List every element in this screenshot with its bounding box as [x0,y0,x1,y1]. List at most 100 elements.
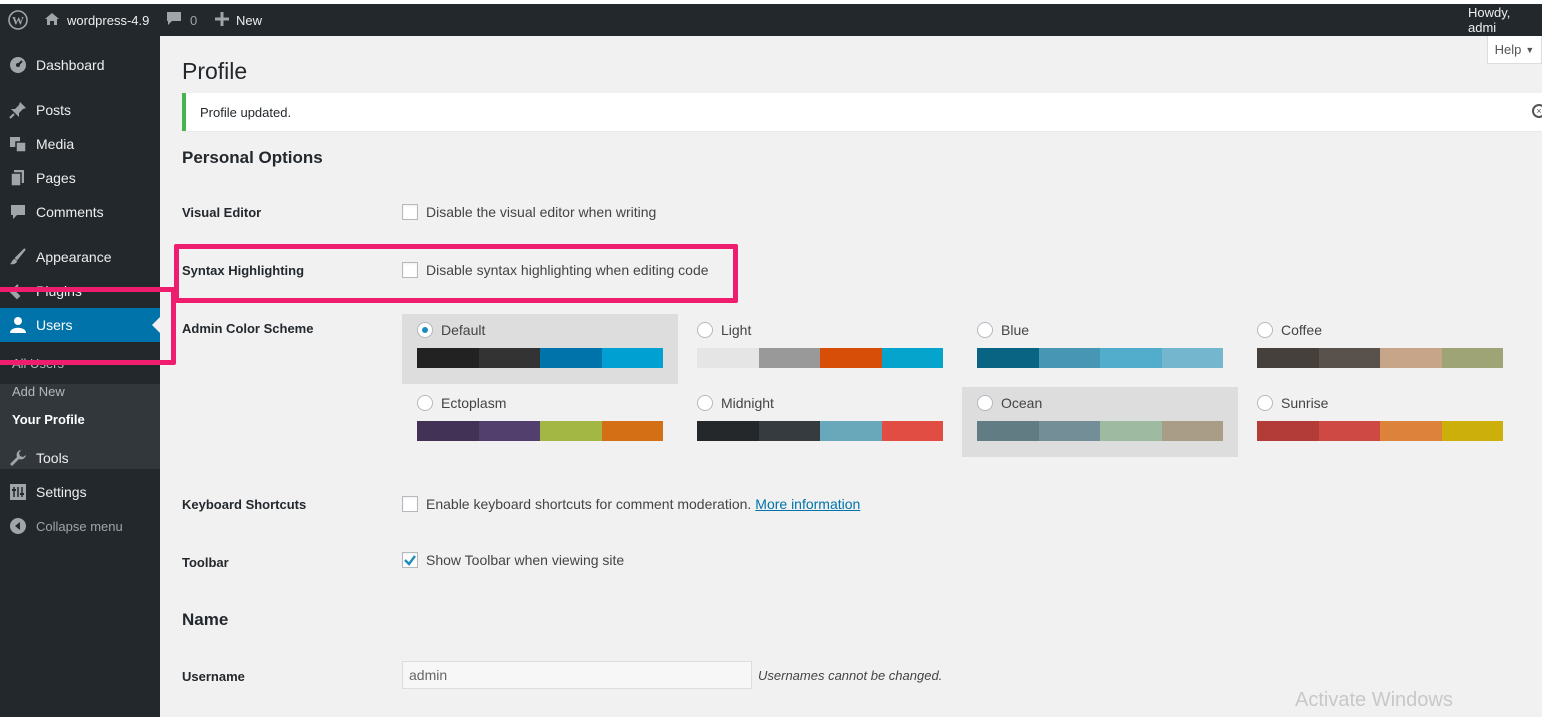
color-swatches [417,348,663,368]
color-swatch [881,421,943,441]
color-scheme-midnight[interactable]: Midnight [682,387,958,457]
radio-selected-dot [422,327,428,333]
color-swatch [601,421,663,441]
sidebar-item-media[interactable]: Media [0,127,160,161]
chevron-down-icon: ▼ [1525,44,1535,55]
new-content-link[interactable]: New [215,4,262,36]
color-swatch [1100,348,1162,368]
sidebar-item-pages[interactable]: Pages [0,161,160,195]
color-scheme-radio[interactable] [697,395,713,411]
keyboard-shortcuts-option[interactable]: Enable keyboard shortcuts for comment mo… [402,496,860,512]
sidebar-item-posts[interactable]: Posts [0,93,160,127]
sidebar-item-label: Settings [36,484,87,500]
color-swatch [540,421,602,441]
color-scheme-name: Ocean [1001,395,1043,411]
color-scheme-name: Ectoplasm [441,395,507,411]
color-scheme-name: Sunrise [1281,395,1329,411]
site-name-link[interactable]: wordpress-4.9 [44,4,149,36]
color-swatch [1161,348,1223,368]
color-swatch [820,421,882,441]
color-scheme-radio[interactable] [697,322,713,338]
color-scheme-radio[interactable] [977,395,993,411]
color-scheme-name: Default [441,322,486,338]
color-swatch [697,348,759,368]
color-scheme-light[interactable]: Light [682,314,958,384]
sidebar-item-appearance[interactable]: Appearance [0,240,160,274]
color-scheme-radio[interactable] [417,322,433,338]
admin-sidebar: Dashboard Posts Media Pages Comments App… [0,36,160,717]
color-swatch [478,348,540,368]
submenu-your-profile[interactable]: Your Profile [12,412,85,427]
comments-link[interactable]: 0 [166,4,197,36]
color-scheme-name: Blue [1001,322,1030,338]
toolbar-option[interactable]: Show Toolbar when viewing site [402,552,624,568]
color-swatch [977,421,1039,441]
color-swatches [697,348,943,368]
visual-editor-option[interactable]: Disable the visual editor when writing [402,204,656,220]
color-scheme-blue[interactable]: Blue [962,314,1238,384]
visual-editor-checkbox[interactable] [402,204,418,220]
sidebar-item-tools[interactable]: Tools [0,441,160,475]
syntax-highlighting-highlight-box [174,244,738,303]
checkmark-icon [404,555,416,566]
help-tab-button[interactable]: Help ▼ [1487,36,1542,64]
color-scheme-radio[interactable] [1257,395,1273,411]
new-label: New [236,12,263,28]
color-scheme-coffee[interactable]: Coffee [1242,314,1518,384]
plus-icon [215,11,229,29]
dismiss-icon[interactable]: × [1532,104,1542,118]
notice-text: Profile updated. [200,104,292,120]
sidebar-item-label: Pages [36,170,76,186]
sidebar-item-label: Tools [36,450,69,466]
color-swatch [417,348,479,368]
howdy-account-link[interactable]: Howdy, admi [1468,4,1542,36]
home-icon [44,12,60,29]
main-content: Help ▼ Profile Profile updated. × Person… [160,36,1542,717]
username-input[interactable] [402,661,752,689]
color-scheme-name: Coffee [1281,322,1322,338]
toolbar-checkbox[interactable] [402,552,418,568]
sidebar-item-settings[interactable]: Settings [0,475,160,509]
users-menu-highlight-box [0,287,176,365]
sidebar-item-dashboard[interactable]: Dashboard [0,48,160,82]
color-swatch [1380,348,1442,368]
dashboard-icon [0,56,36,74]
visual-editor-label: Visual Editor [182,205,262,220]
admin-color-scheme-label: Admin Color Scheme [182,321,314,336]
keyboard-shortcuts-checkbox[interactable] [402,496,418,512]
color-swatch [1161,421,1223,441]
username-label: Username [182,669,245,684]
color-swatch [1257,348,1319,368]
more-information-link[interactable]: More information [755,496,860,512]
visual-editor-text: Disable the visual editor when writing [426,204,657,220]
collapse-menu-button[interactable]: Collapse menu [0,509,160,543]
sidebar-item-comments[interactable]: Comments [0,195,160,229]
submenu-add-new[interactable]: Add New [12,384,65,399]
color-scheme-ectoplasm[interactable]: Ectoplasm [402,387,678,457]
activate-windows-watermark: Activate Windows [1295,689,1453,711]
color-swatch [1100,421,1162,441]
paintbrush-icon [0,248,36,266]
color-swatch [881,348,943,368]
color-swatch [1318,421,1380,441]
color-scheme-default[interactable]: Default [402,314,678,384]
color-scheme-radio[interactable] [417,395,433,411]
toolbar-label: Toolbar [182,555,229,570]
sidebar-item-label: Appearance [36,249,112,265]
collapse-icon [0,517,36,535]
color-swatch [1318,348,1380,368]
site-name: wordpress-4.9 [67,12,150,28]
settings-icon [0,483,36,501]
color-scheme-name: Midnight [721,395,774,411]
color-scheme-ocean[interactable]: Ocean [962,387,1238,457]
color-swatch [478,421,540,441]
color-scheme-radio[interactable] [1257,322,1273,338]
color-scheme-radio[interactable] [977,322,993,338]
color-scheme-sunrise[interactable]: Sunrise [1242,387,1518,457]
sidebar-item-label: Dashboard [36,57,105,73]
color-swatch [697,421,759,441]
color-swatch [417,421,479,441]
wordpress-logo-icon[interactable]: W [8,4,28,36]
username-description: Usernames cannot be changed. [758,668,943,683]
color-swatches [417,421,663,441]
